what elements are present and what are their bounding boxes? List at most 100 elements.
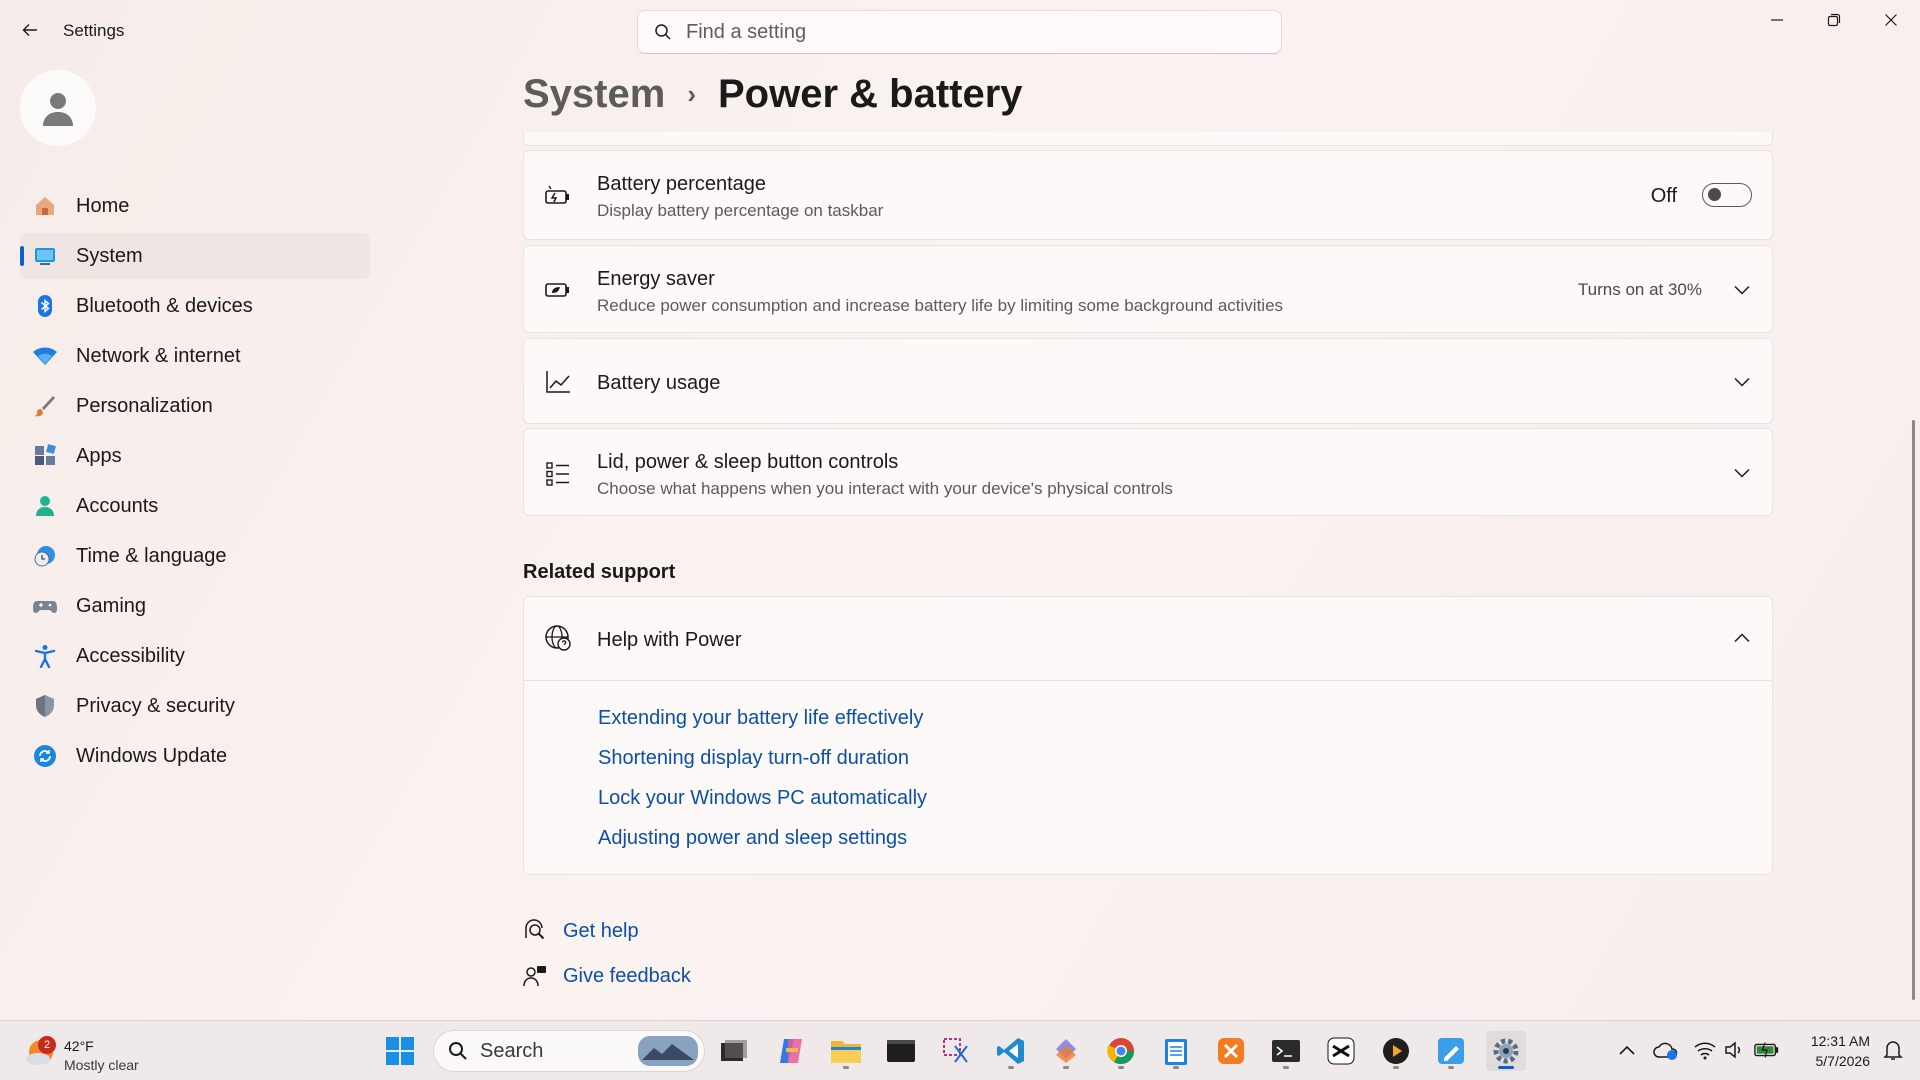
sidebar-item-gaming[interactable]: Gaming (20, 583, 370, 629)
help-link[interactable]: Shortening display turn-off duration (598, 747, 909, 770)
clock-globe-icon (32, 543, 58, 569)
sidebar-item-apps[interactable]: Apps (20, 433, 370, 479)
taskbar-app-dev-tool[interactable] (1046, 1031, 1086, 1071)
sidebar-item-accessibility[interactable]: Accessibility (20, 633, 370, 679)
shield-icon (32, 693, 58, 719)
vertical-scrollbar[interactable] (1912, 420, 1915, 1000)
tray-network[interactable] (1692, 1037, 1718, 1063)
notifications-button[interactable] (1880, 1037, 1906, 1063)
chevron-up-icon[interactable] (1730, 626, 1754, 650)
running-indicator (1393, 1066, 1399, 1069)
start-button[interactable] (380, 1031, 420, 1071)
chevron-down-icon[interactable] (1730, 370, 1754, 394)
settings-search-box[interactable] (637, 10, 1282, 54)
breadcrumb-parent-link[interactable]: System (523, 72, 665, 117)
system-clock[interactable]: 12:31 AM 5/7/2026 (1790, 1031, 1870, 1071)
setting-title: Battery usage (597, 372, 721, 394)
taskbar-app-capcut[interactable] (1321, 1031, 1361, 1071)
clock-date: 5/7/2026 (1815, 1053, 1871, 1069)
section-heading: Related support (523, 561, 676, 583)
chevron-down-icon[interactable] (1730, 461, 1754, 485)
weather-condition: Mostly clear (64, 1057, 139, 1073)
sidebar-item-windows-update[interactable]: Windows Update (20, 733, 370, 779)
energy-saver-card[interactable]: Energy saver Reduce power consumption an… (523, 245, 1773, 333)
capcut-icon (1327, 1037, 1355, 1065)
help-card-header[interactable]: Help with Power (524, 597, 1772, 680)
chevron-down-icon[interactable] (1730, 278, 1754, 302)
gamepad-icon (32, 593, 58, 619)
taskbar-app-copilot[interactable] (771, 1031, 811, 1071)
sidebar-item-personalization[interactable]: Personalization (20, 383, 370, 429)
taskbar-app-settings[interactable] (1486, 1031, 1526, 1071)
taskbar-app-vscode[interactable] (991, 1031, 1031, 1071)
search-highlight-image (638, 1036, 698, 1066)
lid-controls-card[interactable]: Lid, power & sleep button controls Choos… (523, 428, 1773, 516)
sidebar-item-accounts[interactable]: Accounts (20, 483, 370, 529)
taskbar-app-snipping-tool[interactable] (936, 1031, 976, 1071)
sidebar-item-time-language[interactable]: Time & language (20, 533, 370, 579)
setting-title: Battery percentage (597, 173, 766, 195)
back-arrow-icon (22, 24, 37, 36)
taskbar-app-task-view[interactable] (714, 1031, 754, 1071)
sidebar-item-system[interactable]: System (20, 233, 370, 279)
sidebar-item-home[interactable]: Home (20, 183, 370, 229)
sidebar-item-label: Windows Update (76, 744, 228, 767)
get-help-link[interactable]: Get help (523, 919, 639, 943)
drawing-app-icon (1438, 1038, 1464, 1064)
tray-onedrive[interactable] (1653, 1037, 1679, 1063)
running-indicator (843, 1066, 849, 1069)
minimize-icon (1771, 19, 1783, 21)
battery-percentage-toggle[interactable] (1702, 183, 1752, 207)
weather-temperature: 42°F (64, 1038, 94, 1054)
setting-title: Lid, power & sleep button controls (597, 451, 899, 473)
help-link[interactable]: Adjusting power and sleep settings (598, 827, 907, 850)
media-player-icon (1383, 1038, 1409, 1064)
update-icon (32, 743, 58, 769)
taskbar-app-chrome[interactable] (1101, 1031, 1141, 1071)
search-icon (655, 24, 671, 40)
list-settings-icon (544, 460, 572, 488)
user-avatar[interactable] (20, 70, 96, 146)
settings-search-input[interactable] (686, 20, 1246, 44)
search-icon (449, 1042, 467, 1060)
taskbar-app-terminal-dark[interactable] (881, 1031, 921, 1071)
gear-icon (1493, 1038, 1519, 1064)
help-link[interactable]: Lock your Windows PC automatically (598, 787, 927, 810)
sidebar-nav: Home System Bluetooth & devices Network … (20, 183, 370, 783)
home-icon (32, 193, 58, 219)
taskbar-app-media-player[interactable] (1376, 1031, 1416, 1071)
taskbar-app-file-explorer[interactable] (826, 1031, 866, 1071)
taskbar-app-terminal[interactable] (1266, 1031, 1306, 1071)
tray-battery[interactable] (1754, 1037, 1780, 1063)
weather-widget[interactable]: 2 42°F Mostly clear (22, 1029, 182, 1073)
sidebar-item-privacy[interactable]: Privacy & security (20, 683, 370, 729)
sidebar-item-label: Apps (76, 444, 122, 467)
taskbar-app-draw[interactable] (1431, 1031, 1471, 1071)
setting-title: Energy saver (597, 268, 715, 290)
energy-saver-value: Turns on at 30% (1577, 280, 1702, 299)
sidebar-item-bluetooth[interactable]: Bluetooth & devices (20, 283, 370, 329)
feedback-icon (523, 964, 547, 988)
speaker-icon (1725, 1041, 1741, 1059)
help-link[interactable]: Extending your battery life effectively (598, 707, 923, 730)
taskbar-search[interactable]: Search (433, 1030, 705, 1072)
copilot-icon (780, 1039, 802, 1063)
taskbar-app-notepad[interactable] (1156, 1031, 1196, 1071)
minimize-button[interactable] (1749, 0, 1805, 40)
running-indicator (1498, 1066, 1514, 1069)
windows-logo-icon (386, 1037, 414, 1065)
give-feedback-link[interactable]: Give feedback (523, 964, 691, 988)
sidebar-item-network[interactable]: Network & internet (20, 333, 370, 379)
give-feedback-label: Give feedback (563, 964, 691, 987)
back-button[interactable] (14, 14, 46, 46)
restore-button[interactable] (1806, 0, 1862, 40)
setting-description: Choose what happens when you interact wi… (597, 479, 1173, 498)
show-hidden-icons-button[interactable] (1614, 1037, 1640, 1063)
help-card-title: Help with Power (597, 629, 742, 651)
taskbar-app-xampp[interactable] (1211, 1031, 1251, 1071)
accounts-icon (32, 493, 58, 519)
close-button[interactable] (1863, 0, 1919, 40)
tray-volume[interactable] (1722, 1037, 1748, 1063)
battery-usage-card[interactable]: Battery usage (523, 338, 1773, 424)
running-indicator (1173, 1066, 1179, 1069)
